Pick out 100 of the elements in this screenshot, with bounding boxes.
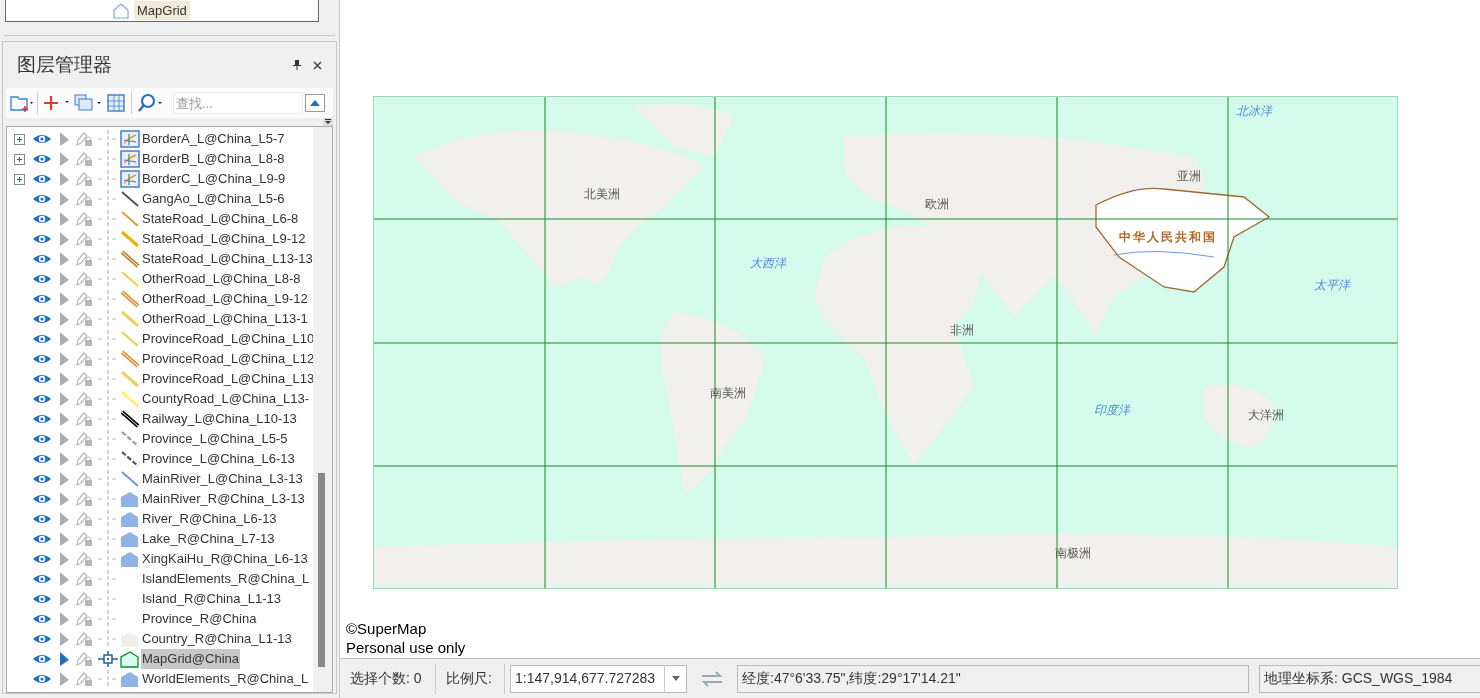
edit-lock-icon[interactable]: [75, 311, 93, 327]
snap-icon[interactable]: [96, 650, 120, 668]
edit-lock-icon[interactable]: [75, 571, 93, 587]
edit-lock-icon[interactable]: [75, 211, 93, 227]
edit-lock-icon[interactable]: [75, 491, 93, 507]
select-arrow-icon[interactable]: [57, 571, 71, 587]
edit-lock-icon[interactable]: [75, 531, 93, 547]
layer-name[interactable]: Lake_R@China_L7-13: [141, 529, 276, 549]
select-arrow-icon[interactable]: [57, 331, 71, 347]
layer-name[interactable]: WorldElements_R@China_L: [141, 669, 310, 689]
layer-name[interactable]: OtherRoad_L@China_L13-1: [141, 309, 309, 329]
edit-lock-icon[interactable]: [75, 451, 93, 467]
select-arrow-icon[interactable]: [57, 371, 71, 387]
edit-lock-icon[interactable]: [75, 231, 93, 247]
layer-name[interactable]: ProvinceRoad_L@China_L10: [141, 329, 313, 349]
select-arrow-icon[interactable]: [57, 151, 71, 167]
layer-name[interactable]: StateRoad_L@China_L9-12: [141, 229, 307, 249]
layer-name[interactable]: Province_L@China_L5-5: [141, 429, 289, 449]
layer-name[interactable]: ProvinceRoad_L@China_L13: [141, 369, 313, 389]
scale-dropdown[interactable]: 1:147,914,677.727283: [510, 664, 687, 693]
layer-name[interactable]: StateRoad_L@China_L6-8: [141, 209, 300, 229]
add-layer-icon[interactable]: [9, 93, 33, 113]
swap-icon[interactable]: [701, 670, 723, 687]
select-arrow-icon[interactable]: [57, 431, 71, 447]
select-arrow-icon[interactable]: [57, 211, 71, 227]
edit-lock-icon[interactable]: [75, 151, 93, 167]
select-arrow-icon[interactable]: [57, 671, 71, 687]
scrollbar[interactable]: [318, 473, 325, 667]
plus-icon[interactable]: [42, 93, 72, 113]
layer-name[interactable]: Island_R@China_L1-13: [141, 589, 282, 609]
layer-name[interactable]: River_R@China_L6-13: [141, 509, 278, 529]
select-arrow-icon[interactable]: [57, 591, 71, 607]
edit-lock-icon[interactable]: [75, 411, 93, 427]
layer-name[interactable]: Country_R@China_L1-13: [141, 629, 293, 649]
edit-lock-icon[interactable]: [75, 511, 93, 527]
layer-name[interactable]: IslandElements_R@China_L: [141, 569, 311, 589]
layer-name[interactable]: OtherRoad_L@China_L8-8: [141, 269, 302, 289]
edit-lock-icon[interactable]: [75, 431, 93, 447]
tree-item[interactable]: MapGrid: [134, 0, 190, 21]
edit-lock-icon[interactable]: [75, 371, 93, 387]
select-arrow-icon[interactable]: [57, 471, 71, 487]
select-arrow-icon[interactable]: [57, 411, 71, 427]
layer-name[interactable]: Railway_L@China_L10-13: [141, 409, 298, 429]
select-arrow-icon[interactable]: [57, 231, 71, 247]
expand-icon[interactable]: [14, 173, 25, 185]
layer-name[interactable]: MainRiver_L@China_L3-13: [141, 469, 304, 489]
select-arrow-icon[interactable]: [57, 251, 71, 267]
expand-icon[interactable]: [14, 133, 25, 145]
edit-lock-icon[interactable]: [75, 291, 93, 307]
map-icon[interactable]: [106, 93, 126, 113]
edit-lock-icon[interactable]: [75, 191, 93, 207]
layer-name[interactable]: ProvinceRoad_L@China_L12: [141, 349, 313, 369]
layer-name[interactable]: OtherRoad_L@China_L9-12: [141, 289, 309, 309]
expand-icon[interactable]: [14, 153, 25, 165]
select-arrow-icon[interactable]: [57, 191, 71, 207]
edit-lock-icon[interactable]: [75, 551, 93, 567]
collapse-button[interactable]: [305, 94, 325, 112]
layer-name[interactable]: StateRoad_L@China_L13-13: [141, 249, 313, 269]
layer-name[interactable]: BorderA_L@China_L5-7: [141, 129, 286, 149]
layer-name[interactable]: XingKaiHu_R@China_L6-13: [141, 549, 309, 569]
pin-icon[interactable]: [293, 60, 301, 70]
select-arrow-icon[interactable]: [57, 511, 71, 527]
layers-icon[interactable]: [74, 93, 104, 113]
layer-name[interactable]: CountyRoad_L@China_L13-: [141, 389, 311, 409]
edit-lock-icon[interactable]: [75, 131, 93, 147]
select-arrow-icon[interactable]: [57, 451, 71, 467]
select-arrow-icon[interactable]: [57, 551, 71, 567]
layer-name[interactable]: BorderC_L@China_L9-9: [141, 169, 287, 189]
select-arrow-icon[interactable]: [57, 651, 71, 667]
edit-lock-icon[interactable]: [75, 471, 93, 487]
edit-lock-icon[interactable]: [75, 331, 93, 347]
edit-lock-icon[interactable]: [75, 351, 93, 367]
layer-name[interactable]: MainRiver_R@China_L3-13: [141, 489, 306, 509]
edit-lock-icon[interactable]: [75, 391, 93, 407]
dropdown-icon[interactable]: [323, 118, 333, 126]
select-arrow-icon[interactable]: [57, 531, 71, 547]
select-arrow-icon[interactable]: [57, 631, 71, 647]
layer-name[interactable]: MapGrid@China: [141, 649, 240, 669]
continent-label: 大洋洲: [1248, 408, 1284, 422]
layer-name[interactable]: Province_L@China_L6-13: [141, 449, 296, 469]
close-icon[interactable]: [313, 60, 322, 70]
edit-lock-icon[interactable]: [75, 251, 93, 267]
select-arrow-icon[interactable]: [57, 351, 71, 367]
edit-lock-icon[interactable]: [75, 171, 93, 187]
edit-lock-icon[interactable]: [75, 271, 93, 287]
edit-lock-icon[interactable]: [75, 591, 93, 607]
layer-name[interactable]: Province_R@China: [141, 609, 258, 629]
edit-lock-icon[interactable]: [75, 611, 93, 627]
select-arrow-icon[interactable]: [57, 391, 71, 407]
select-arrow-icon[interactable]: [57, 291, 71, 307]
search-icon[interactable]: [137, 93, 165, 113]
layer-name[interactable]: BorderB_L@China_L8-8: [141, 149, 286, 169]
select-arrow-icon[interactable]: [57, 271, 71, 287]
layer-name[interactable]: GangAo_L@China_L5-6: [141, 189, 286, 209]
select-arrow-icon[interactable]: [57, 311, 71, 327]
select-arrow-icon[interactable]: [57, 171, 71, 187]
search-field[interactable]: 查找...: [173, 92, 303, 114]
select-arrow-icon[interactable]: [57, 611, 71, 627]
select-arrow-icon[interactable]: [57, 491, 71, 507]
select-arrow-icon[interactable]: [57, 131, 71, 147]
